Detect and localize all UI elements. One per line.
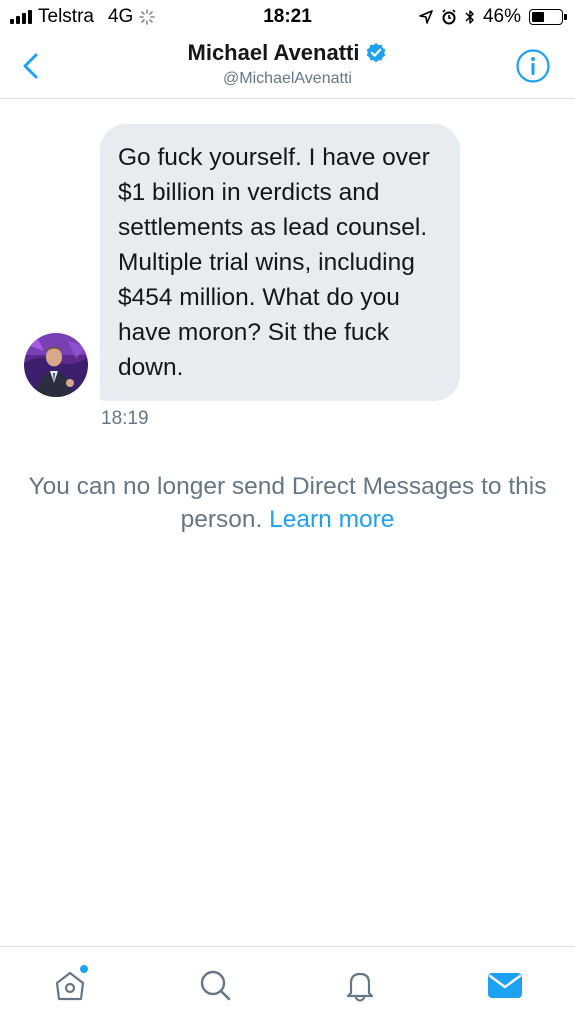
tab-home[interactable] bbox=[50, 965, 90, 1005]
tab-messages[interactable] bbox=[485, 965, 525, 1005]
learn-more-link[interactable]: Learn more bbox=[269, 506, 394, 533]
dm-conversation-screen: Telstra 4G 18:21 46% Michael Avenatti @M… bbox=[0, 0, 575, 1024]
status-bar: Telstra 4G 18:21 46% bbox=[0, 0, 575, 34]
home-unread-dot bbox=[80, 965, 88, 973]
contact-name: Michael Avenatti bbox=[187, 40, 360, 65]
verified-badge-icon bbox=[367, 43, 386, 63]
notifications-icon bbox=[346, 972, 374, 1002]
info-button[interactable] bbox=[515, 48, 551, 84]
contact-handle: @MichaelAvenatti bbox=[223, 70, 352, 87]
alarm-icon bbox=[442, 9, 456, 25]
tab-bar bbox=[0, 946, 575, 1024]
tab-search[interactable] bbox=[195, 965, 235, 1005]
avatar-photo bbox=[24, 333, 88, 397]
battery-level bbox=[532, 12, 544, 22]
battery-icon bbox=[529, 9, 567, 25]
search-icon bbox=[200, 970, 231, 1001]
message-bubble[interactable]: Go fuck yourself. I have over $1 billion… bbox=[100, 124, 460, 401]
message-timestamp: 18:19 bbox=[101, 408, 149, 429]
bluetooth-icon bbox=[465, 10, 474, 24]
status-right: 46% bbox=[419, 6, 567, 28]
dm-blocked-notice: You can no longer send Direct Messages t… bbox=[0, 470, 575, 536]
battery-percent: 46% bbox=[482, 6, 521, 27]
conversation-header: Michael Avenatti @MichaelAvenatti bbox=[0, 34, 575, 99]
tab-notifications[interactable] bbox=[340, 965, 380, 1005]
messages-icon bbox=[488, 973, 522, 998]
conversation-title[interactable]: Michael Avenatti @MichaelAvenatti bbox=[0, 40, 575, 88]
info-icon bbox=[516, 49, 550, 83]
location-icon bbox=[419, 10, 433, 24]
sender-avatar[interactable] bbox=[24, 333, 88, 397]
